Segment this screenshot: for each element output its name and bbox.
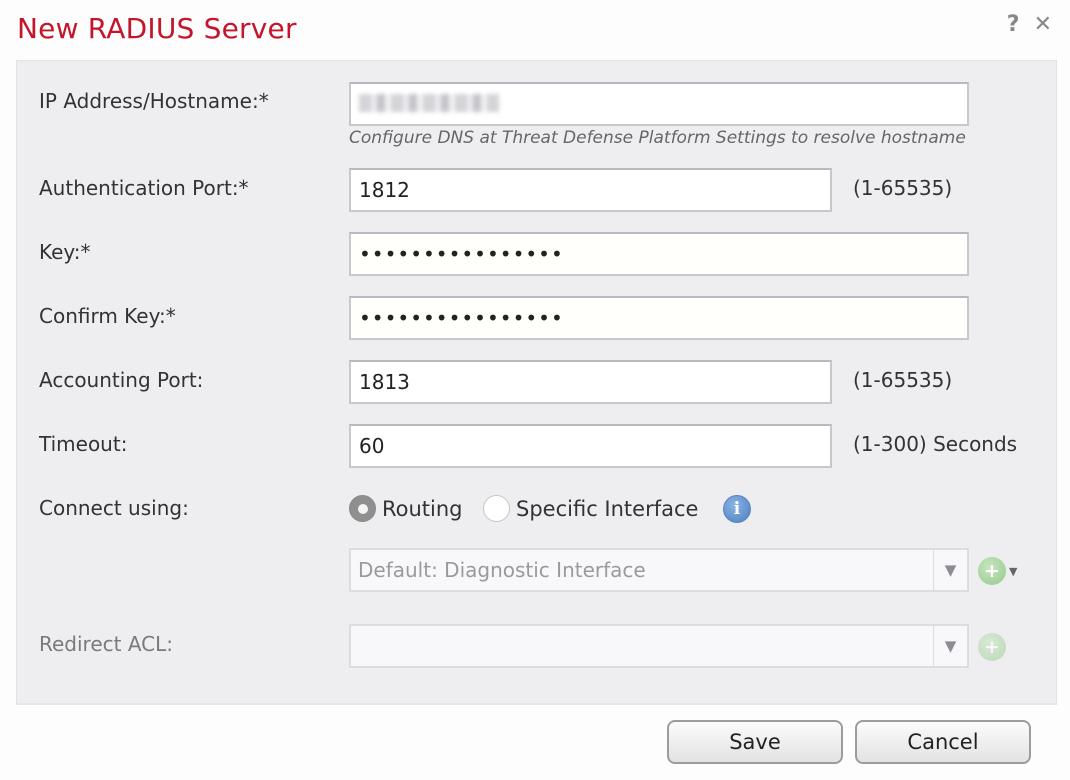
auth-port-input[interactable]: 1812 <box>349 168 832 212</box>
connect-using-label: Connect using: <box>39 496 189 520</box>
key-input[interactable]: •••••••••••••••• <box>349 232 969 276</box>
chevron-down-icon[interactable]: ▼ <box>933 626 967 666</box>
close-icon[interactable]: ✕ <box>1034 14 1052 36</box>
redirect-acl-value <box>351 626 933 666</box>
dns-hint: Configure DNS at Threat Defense Platform… <box>349 128 966 148</box>
acct-port-label: Accounting Port: <box>39 368 204 392</box>
radio-specific-interface-label: Specific Interface <box>516 496 699 521</box>
acct-port-input[interactable]: 1813 <box>349 360 832 404</box>
add-interface-icon[interactable]: + <box>978 557 1006 585</box>
radio-routing[interactable]: Routing <box>349 495 463 522</box>
radio-routing-label: Routing <box>382 496 463 521</box>
radio-specific-interface[interactable]: Specific Interface <box>483 495 698 522</box>
auth-port-range: (1-65535) <box>853 176 953 200</box>
radio-unselected-icon <box>483 495 510 522</box>
save-button[interactable]: Save <box>667 720 843 764</box>
chevron-down-icon[interactable]: ▼ <box>933 550 967 590</box>
ip-address-label: IP Address/Hostname:* <box>39 89 269 113</box>
confirm-key-input[interactable]: •••••••••••••••• <box>349 296 969 340</box>
interface-select[interactable]: Default: Diagnostic Interface ▼ <box>349 548 969 592</box>
add-acl-icon[interactable]: + <box>978 633 1006 661</box>
timeout-input[interactable]: 60 <box>349 424 832 468</box>
blurred-ip-value <box>359 94 499 112</box>
help-icon[interactable]: ? <box>1007 14 1020 36</box>
confirm-key-label: Confirm Key:* <box>39 304 176 328</box>
redirect-acl-label: Redirect ACL: <box>39 632 174 656</box>
caret-down-icon[interactable]: ▼ <box>1009 565 1017 578</box>
timeout-label: Timeout: <box>39 432 128 456</box>
form-panel: IP Address/Hostname:* Configure DNS at T… <box>16 60 1057 705</box>
info-icon[interactable]: i <box>723 495 751 523</box>
auth-port-label: Authentication Port:* <box>39 176 249 200</box>
key-label: Key:* <box>39 240 91 264</box>
radio-selected-icon <box>349 495 376 522</box>
acct-port-range: (1-65535) <box>853 368 953 392</box>
redirect-acl-select[interactable]: ▼ <box>349 624 969 668</box>
cancel-button[interactable]: Cancel <box>855 720 1031 764</box>
interface-select-value: Default: Diagnostic Interface <box>358 558 646 582</box>
dialog-title: New RADIUS Server <box>17 12 297 45</box>
ip-address-input[interactable] <box>349 82 969 126</box>
timeout-range: (1-300) Seconds <box>853 432 1018 456</box>
